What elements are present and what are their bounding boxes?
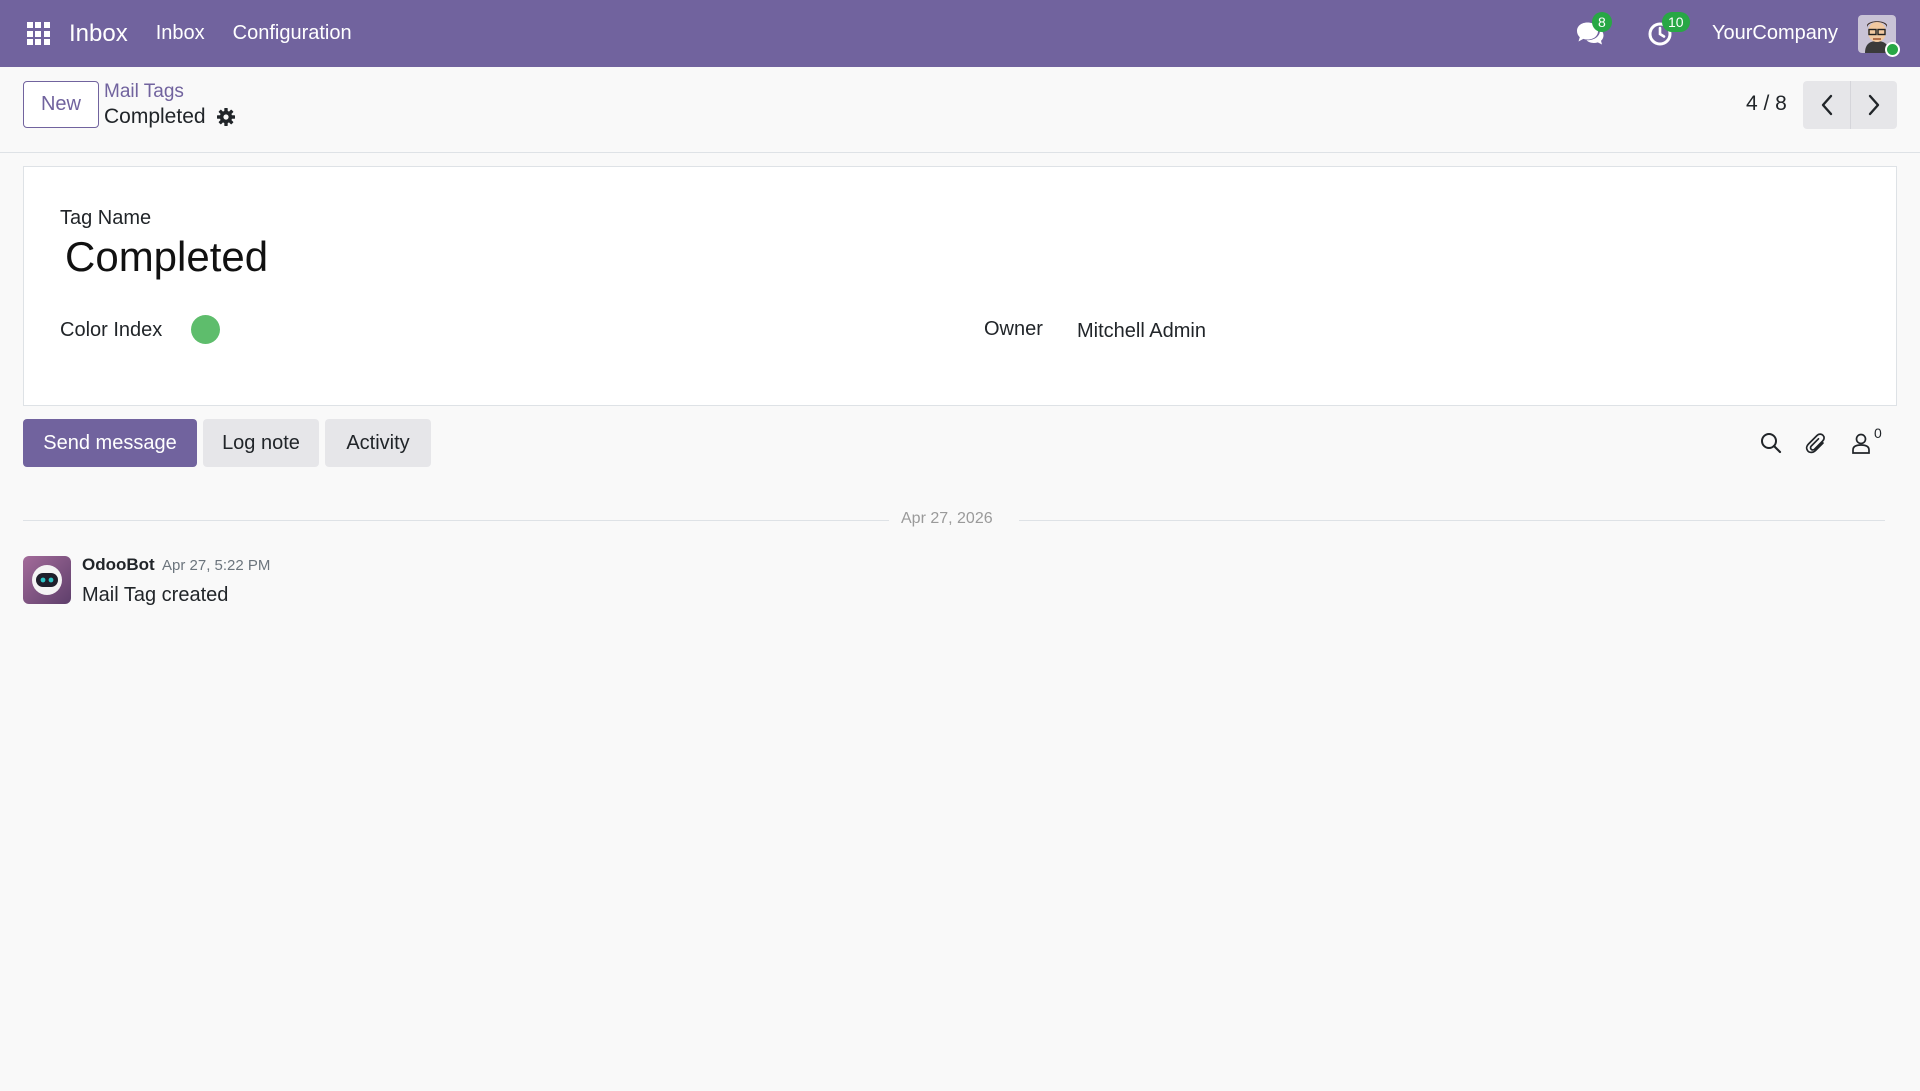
messages-systray[interactable]: 8 bbox=[1572, 11, 1612, 52]
activities-systray[interactable]: 10 bbox=[1642, 11, 1690, 52]
user-avatar[interactable] bbox=[1858, 14, 1900, 57]
control-panel: New Mail Tags Completed 4 / 8 bbox=[0, 67, 1920, 153]
tag-name-field[interactable]: Completed bbox=[65, 233, 268, 281]
form-sheet: Tag Name Completed Color Index Owner Mit… bbox=[23, 166, 1897, 406]
activity-button[interactable]: Activity bbox=[325, 419, 431, 467]
gear-icon[interactable] bbox=[216, 107, 236, 127]
owner-field[interactable]: Mitchell Admin bbox=[1077, 320, 1206, 343]
menu-item-configuration[interactable]: Configuration bbox=[233, 22, 352, 45]
menu-item-inbox[interactable]: Inbox bbox=[156, 22, 205, 45]
pager-previous-button[interactable] bbox=[1803, 81, 1850, 129]
owner-label: Owner bbox=[984, 318, 1043, 340]
user-icon bbox=[1852, 433, 1870, 454]
top-navbar: Inbox Inbox Configuration 8 10 YourCompa… bbox=[0, 0, 1920, 67]
app-menu-icon[interactable] bbox=[18, 14, 58, 54]
date-separator-label: Apr 27, 2026 bbox=[901, 510, 993, 527]
followers-button[interactable] bbox=[1848, 430, 1874, 456]
activities-badge: 10 bbox=[1661, 11, 1690, 32]
divider bbox=[23, 520, 889, 521]
message-body: Mail Tag created bbox=[82, 584, 229, 606]
pager-next-button[interactable] bbox=[1850, 81, 1897, 129]
color-index-label: Color Index bbox=[60, 319, 163, 341]
color-index-swatch[interactable] bbox=[191, 315, 220, 344]
tag-name-label: Tag Name bbox=[60, 207, 152, 229]
message-author[interactable]: OdooBot bbox=[82, 555, 155, 575]
breadcrumb-current: Completed bbox=[104, 105, 236, 129]
online-status-icon bbox=[1885, 41, 1900, 57]
chevron-right-icon bbox=[1868, 94, 1880, 116]
messages-badge: 8 bbox=[1591, 11, 1612, 32]
breadcrumb-mail-tags[interactable]: Mail Tags bbox=[104, 81, 184, 103]
paperclip-icon bbox=[1805, 433, 1825, 454]
pager-buttons bbox=[1803, 81, 1897, 129]
attachments-button[interactable] bbox=[1803, 430, 1829, 456]
record-title: Completed bbox=[104, 105, 206, 128]
pager-value[interactable]: 4 / 8 bbox=[1746, 92, 1787, 116]
send-message-button[interactable]: Send message bbox=[23, 419, 197, 467]
message-date: Apr 27, 5:22 PM bbox=[162, 557, 271, 574]
search-icon bbox=[1761, 433, 1782, 454]
company-switcher[interactable]: YourCompany bbox=[1712, 22, 1838, 45]
log-note-button[interactable]: Log note bbox=[203, 419, 319, 467]
app-name[interactable]: Inbox bbox=[69, 20, 128, 48]
new-button[interactable]: New bbox=[23, 81, 99, 128]
date-separator: Apr 27, 2026 bbox=[23, 510, 1885, 530]
odoobot-avatar[interactable] bbox=[23, 556, 71, 604]
search-messages-button[interactable] bbox=[1758, 430, 1784, 456]
chevron-left-icon bbox=[1821, 94, 1832, 116]
divider bbox=[1019, 520, 1885, 521]
followers-count: 0 bbox=[1874, 425, 1882, 441]
